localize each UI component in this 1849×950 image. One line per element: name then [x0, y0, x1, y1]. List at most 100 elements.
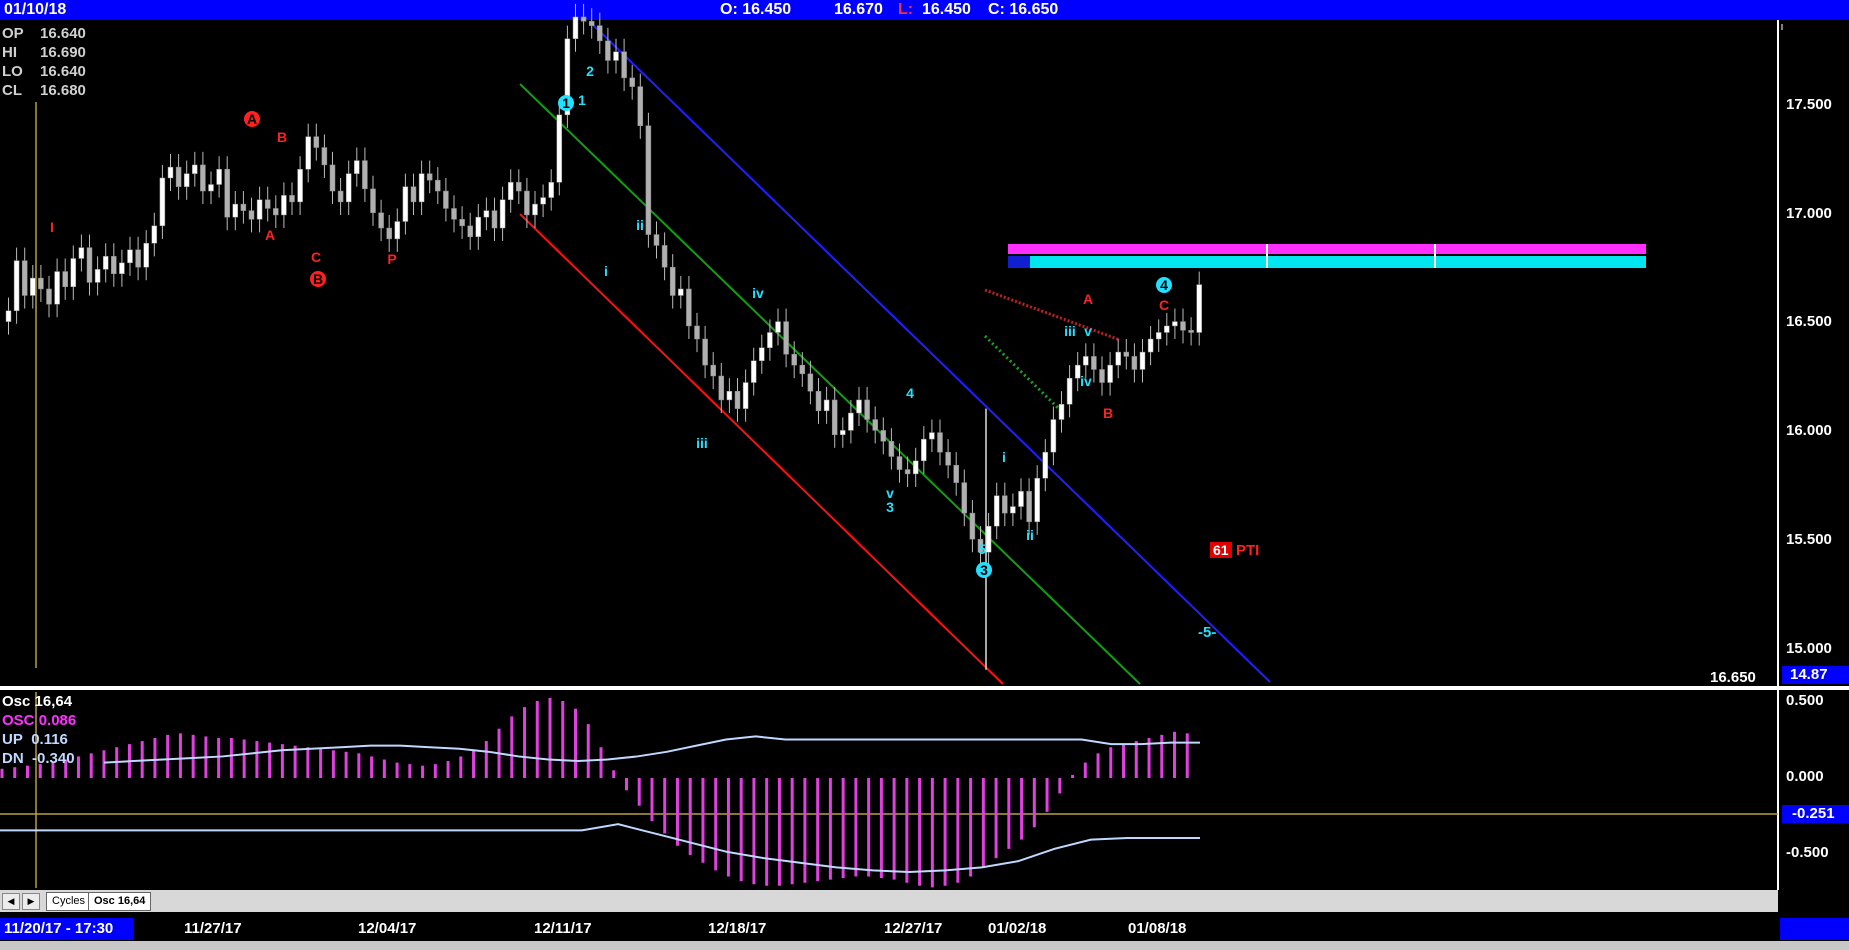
- candle-body: [888, 441, 895, 457]
- osc-tick: 0.000: [1786, 768, 1824, 785]
- date-start: 11/20/17 - 17:30: [0, 918, 134, 940]
- candle-body: [451, 208, 457, 220]
- candle-body: [1147, 338, 1154, 353]
- candle-body: [167, 166, 174, 179]
- candle-body: [823, 399, 830, 412]
- candle-body: [426, 173, 433, 181]
- candle-body: [273, 208, 279, 216]
- candle-body: [491, 210, 498, 229]
- price-chart[interactable]: I ABACBP121iiiiiiiv4v353iiiiiiivvABC4: [0, 0, 1849, 918]
- ohlc-row: CL 16.680: [2, 82, 86, 99]
- candle-body: [880, 430, 887, 442]
- osc-dn-line: [0, 823, 1200, 873]
- candle-body: [394, 221, 401, 240]
- candle-body: [750, 360, 757, 383]
- target-zone-magenta: [1008, 244, 1646, 254]
- panel-divider[interactable]: [0, 686, 1849, 690]
- status-bar: [0, 941, 1849, 950]
- candle-body: [435, 179, 441, 192]
- candle-body: [661, 245, 668, 268]
- candle-body: [1018, 491, 1024, 507]
- candle-body: [402, 186, 409, 222]
- pti-label: PTI: [1236, 542, 1260, 559]
- tab-cycles[interactable]: Cycles: [46, 892, 92, 911]
- candle-body: [507, 182, 514, 200]
- candle-body: [13, 260, 20, 311]
- candle-body: [1042, 451, 1049, 479]
- candle-body: [94, 269, 101, 283]
- candle-body: [961, 482, 968, 514]
- wave-label: I: [50, 219, 54, 235]
- target-zone-blue: [1008, 256, 1030, 268]
- dotted-green-trend: [983, 334, 1060, 410]
- candle-body: [362, 160, 368, 190]
- candle-body: [256, 199, 263, 220]
- candle-body: [945, 451, 951, 466]
- candle-body: [588, 21, 595, 26]
- candle-body: [38, 277, 44, 290]
- candle-body: [1107, 364, 1113, 383]
- pti-box: 61: [1210, 542, 1232, 558]
- candle-body: [1050, 419, 1057, 453]
- candle-body: [216, 169, 222, 185]
- candle-body: [21, 260, 28, 296]
- candle-body: [1180, 321, 1186, 331]
- candle-body: [240, 203, 247, 211]
- candle-body: [321, 147, 328, 166]
- candle-body: [1172, 321, 1178, 327]
- ohlc-readout: OP 16.640 HI 16.690 LO 16.640 CL 16.680: [2, 24, 86, 100]
- candle-body: [232, 203, 239, 218]
- candle-body: [734, 390, 741, 409]
- candle-body: [483, 210, 490, 218]
- candle-body: [605, 40, 611, 61]
- candle-body: [337, 190, 344, 203]
- candle-body: [742, 382, 749, 409]
- candle-body: [629, 77, 635, 87]
- tab-next-button[interactable]: ▶: [22, 893, 40, 910]
- ohlc-row: HI 16.690: [2, 44, 86, 61]
- candle-body: [102, 256, 109, 270]
- date-label: 12/18/17: [708, 920, 767, 937]
- wave-label: iv: [752, 285, 764, 301]
- wave-label: B: [313, 271, 323, 287]
- candle-body: [1131, 356, 1138, 370]
- candle-body: [637, 86, 644, 127]
- candle-body: [937, 432, 943, 453]
- candle-body: [678, 288, 684, 296]
- candle-body: [354, 160, 360, 174]
- candle-body: [597, 25, 603, 42]
- candle-body: [370, 188, 376, 214]
- candle-body: [872, 419, 878, 431]
- wave-label: 1: [578, 92, 586, 108]
- candle-body: [775, 321, 781, 333]
- wave-label: A: [265, 227, 275, 243]
- wave-label: C: [311, 249, 321, 265]
- candle-body: [621, 51, 627, 79]
- tab-osc[interactable]: Osc 16,64: [88, 892, 152, 911]
- candle-body: [613, 51, 619, 61]
- wave-label: 4: [1160, 277, 1168, 293]
- candle-body: [248, 210, 255, 220]
- dotted-red-trend: [984, 288, 1121, 342]
- candle-body: [345, 173, 352, 203]
- price-tick: 17.000: [1786, 205, 1832, 222]
- candle-body: [175, 166, 182, 187]
- candle-body: [1139, 351, 1146, 370]
- wave-label: i: [604, 263, 608, 279]
- candle-body: [985, 525, 992, 553]
- candle-body: [143, 243, 149, 268]
- candle-body: [969, 512, 976, 540]
- tab-prev-button[interactable]: ◀: [2, 893, 20, 910]
- candle-body: [767, 332, 773, 348]
- channel-upper-blue: [589, 21, 1271, 683]
- wave-label: 3: [980, 562, 988, 578]
- candle-body: [653, 234, 660, 246]
- candle-body: [669, 266, 676, 296]
- candle-body: [864, 399, 870, 420]
- candle-body: [783, 321, 789, 355]
- candle-body: [896, 456, 903, 470]
- candle-body: [702, 338, 708, 366]
- candle-body: [856, 399, 862, 414]
- candle-body: [499, 199, 506, 229]
- date-label: 12/11/17: [534, 920, 592, 937]
